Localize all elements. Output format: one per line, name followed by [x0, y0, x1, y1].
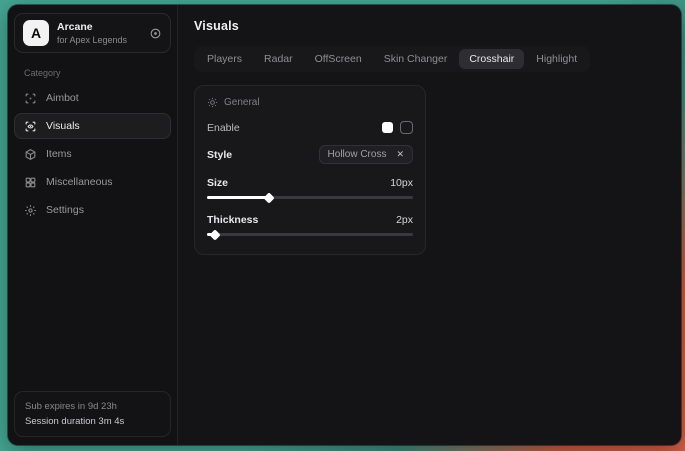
- thickness-value: 2px: [396, 214, 413, 226]
- thickness-slider-track: [207, 233, 413, 236]
- gear-icon: [24, 204, 37, 217]
- size-value: 10px: [390, 177, 413, 189]
- enable-checkbox[interactable]: [400, 121, 413, 134]
- thickness-slider[interactable]: [207, 230, 413, 239]
- app-logo: A: [23, 20, 49, 46]
- size-slider[interactable]: [207, 193, 413, 202]
- style-selected-value: Hollow Cross: [328, 149, 387, 160]
- sub-expires-text: Sub expires in 9d 23h: [25, 399, 160, 414]
- category-label: Category: [24, 68, 161, 78]
- thickness-slider-handle[interactable]: [210, 229, 221, 240]
- session-duration-text: Session duration 3m 4s: [25, 414, 160, 429]
- app-subtitle: for Apex Legends: [57, 35, 127, 45]
- sidebar-item-settings[interactable]: Settings: [14, 197, 171, 223]
- sidebar-item-label: Settings: [46, 204, 84, 216]
- style-row: Style Hollow Cross ✕: [207, 145, 413, 164]
- style-label: Style: [207, 149, 232, 161]
- sidebar-item-label: Aimbot: [46, 92, 79, 104]
- size-label: Size: [207, 177, 228, 189]
- tab-skin-changer[interactable]: Skin Changer: [374, 49, 458, 69]
- thickness-label: Thickness: [207, 214, 258, 226]
- tab-players[interactable]: Players: [197, 49, 252, 69]
- sidebar-item-items[interactable]: Items: [14, 141, 171, 167]
- main-content: Visuals Players Radar OffScreen Skin Cha…: [178, 5, 681, 445]
- tab-bar: Players Radar OffScreen Skin Changer Cro…: [194, 46, 590, 72]
- size-slider-fill: [207, 196, 269, 199]
- color-swatch[interactable]: [382, 122, 393, 133]
- tab-offscreen[interactable]: OffScreen: [305, 49, 372, 69]
- style-dropdown[interactable]: Hollow Cross ✕: [319, 145, 413, 164]
- app-window: A Arcane for Apex Legends Category: [8, 5, 681, 445]
- enable-label: Enable: [207, 122, 240, 134]
- grid-icon: [24, 176, 37, 189]
- sun-icon: [207, 97, 218, 108]
- size-slider-handle[interactable]: [263, 192, 274, 203]
- sidebar-item-visuals[interactable]: Visuals: [14, 113, 171, 139]
- sidebar-nav: Aimbot Visuals: [14, 85, 171, 223]
- panel-title: General: [224, 97, 260, 108]
- general-panel: General Enable Style Hollow Cross ✕ Size…: [194, 85, 426, 255]
- target-circle-icon[interactable]: [149, 27, 162, 40]
- enable-row: Enable: [207, 121, 413, 134]
- crosshair-icon: [24, 92, 37, 105]
- thickness-row: Thickness 2px: [207, 214, 413, 226]
- tab-highlight[interactable]: Highlight: [526, 49, 587, 69]
- size-row: Size 10px: [207, 177, 413, 189]
- sidebar-item-label: Miscellaneous: [46, 176, 113, 188]
- tab-crosshair[interactable]: Crosshair: [459, 49, 524, 69]
- sidebar-item-label: Items: [46, 148, 72, 160]
- sidebar-item-aimbot[interactable]: Aimbot: [14, 85, 171, 111]
- cube-icon: [24, 148, 37, 161]
- panel-header: General: [207, 97, 413, 108]
- clear-x-icon[interactable]: ✕: [396, 149, 404, 160]
- subscription-info-box: Sub expires in 9d 23h Session duration 3…: [14, 391, 171, 437]
- eye-scan-icon: [24, 120, 37, 133]
- sidebar-item-label: Visuals: [46, 120, 80, 132]
- size-slider-track: [207, 196, 413, 199]
- sidebar-item-miscellaneous[interactable]: Miscellaneous: [14, 169, 171, 195]
- app-name: Arcane: [57, 21, 127, 33]
- logo-card: A Arcane for Apex Legends: [14, 13, 171, 53]
- sidebar: A Arcane for Apex Legends Category: [8, 5, 178, 445]
- page-title: Visuals: [194, 19, 665, 33]
- tab-radar[interactable]: Radar: [254, 49, 303, 69]
